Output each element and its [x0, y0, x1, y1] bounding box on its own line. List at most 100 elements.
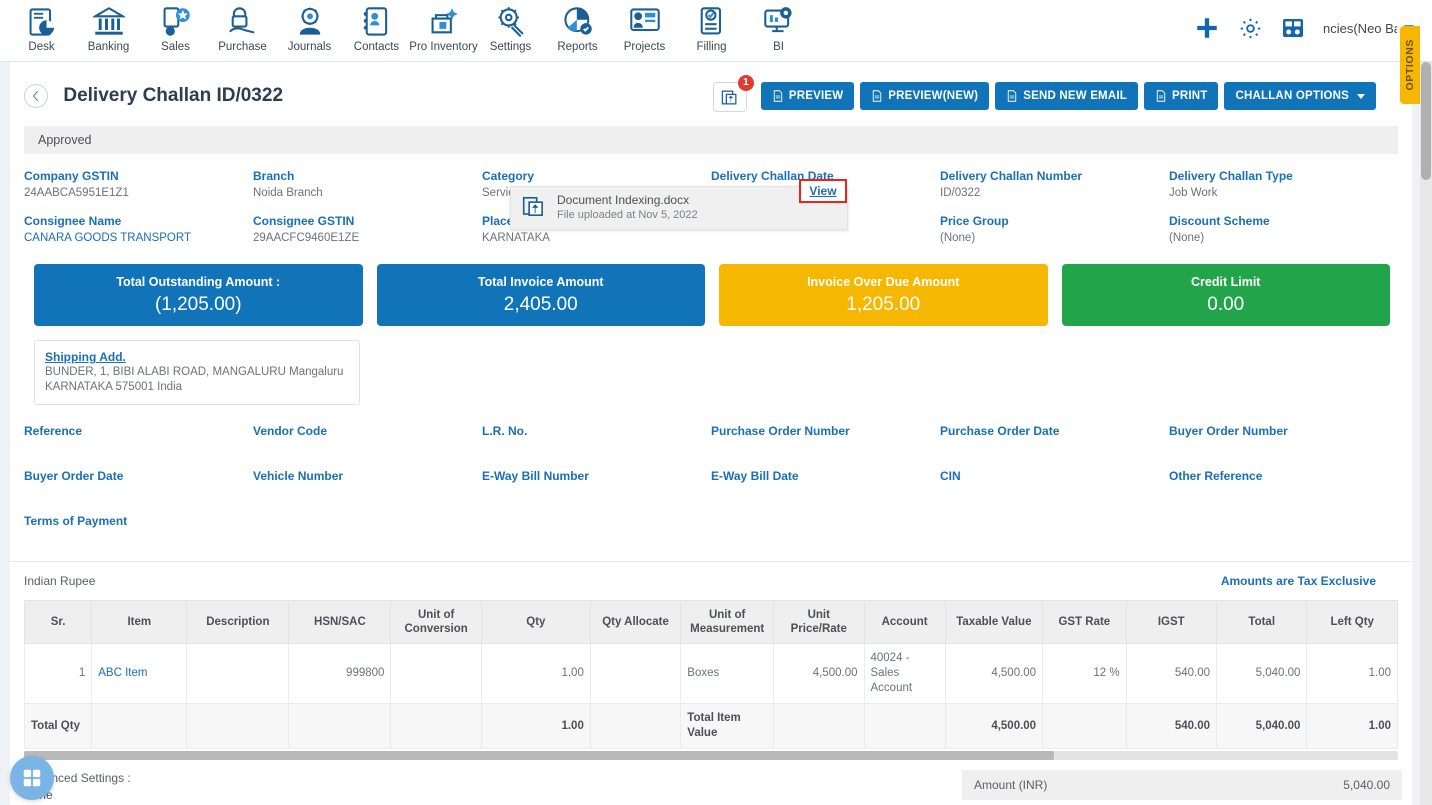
nav-item-banking[interactable]: Banking	[75, 0, 142, 53]
document-attachment-popup: Document Indexing.docx File uploaded at …	[510, 186, 848, 230]
field-row: Buyer Order Date Vehicle Number E-Way Bill…	[24, 468, 1398, 502]
cell-igst: 540.00	[1125, 643, 1218, 704]
nav-item-label: Projects	[623, 41, 666, 53]
send-new-email-button[interactable]: SEND NEW EMAIL	[995, 82, 1138, 110]
options-side-tab[interactable]: OPTIONS	[1400, 26, 1420, 104]
cell-unit-price: 4,500.00	[773, 643, 865, 704]
top-navigation-bar: Desk Banking Sales Purchase Journals Contacts…	[0, 0, 1432, 62]
page-title: Delivery Challan ID/0322	[63, 85, 284, 106]
nav-item-settings[interactable]: Settings	[477, 0, 544, 53]
nav-item-label: Settings	[489, 41, 532, 53]
nav-item-projects[interactable]: Projects	[611, 0, 678, 53]
page-scrollbar[interactable]	[1420, 62, 1432, 805]
nav-item-sales[interactable]: Sales	[142, 0, 209, 53]
nav-item-label: Contacts	[353, 41, 400, 53]
nav-item-purchase[interactable]: Purchase	[209, 0, 276, 53]
column-header-qty-allocate: Qty Allocate	[589, 600, 682, 644]
total-blank-hsn	[288, 703, 392, 749]
purchase-icon	[227, 6, 259, 38]
sales-icon	[160, 6, 192, 38]
total-item-value-label: Total Item Value	[680, 703, 775, 749]
attachment-text-block: Document Indexing.docx File uploaded at …	[557, 193, 698, 223]
nav-item-label: Sales	[161, 41, 190, 53]
field-label: Purchase Order Number	[711, 424, 850, 438]
cell-item[interactable]: ABC Item	[91, 643, 188, 704]
inventory-icon	[428, 6, 460, 38]
total-qty: 1.00	[480, 703, 591, 749]
user-name-label: ncies(Neo Ba	[1323, 20, 1397, 36]
field-label: Delivery Challan Number	[940, 169, 1083, 183]
item-link[interactable]: ABC Item	[98, 667, 147, 679]
options-tab-label: OPTIONS	[1404, 39, 1416, 91]
document-header: Delivery Challan ID/0322 1 PREVIEW PREVIE…	[10, 62, 1412, 120]
total-left-qty: 1.00	[1306, 703, 1398, 749]
cell-unit-of-conversion	[390, 643, 482, 704]
field-value	[940, 440, 1159, 457]
field-label: Vendor Code	[253, 424, 328, 438]
field-label: Buyer Order Number	[1169, 424, 1288, 438]
field-label: Vehicle Number	[253, 469, 344, 483]
shipping-address-link[interactable]: Shipping Add.	[45, 349, 126, 365]
view-attachment-link[interactable]: View	[809, 184, 836, 198]
field-grid-secondary: Reference Vendor Code L.R. No. Purchase Ord…	[10, 405, 1412, 547]
print-button[interactable]: PRINT	[1143, 82, 1219, 110]
field-label: Delivery Challan Type	[1169, 169, 1293, 183]
field-value	[24, 530, 247, 547]
nav-item-label: Journals	[287, 41, 332, 53]
gear-icon[interactable]	[1238, 16, 1263, 41]
card-title: Invoice Over Due Amount	[807, 274, 960, 289]
file-pdf-icon	[1155, 90, 1167, 102]
shipping-address-box: Shipping Add. BUNDER, 1, BIBI ALABI ROAD…	[34, 340, 360, 405]
table-horizontal-scrollbar[interactable]	[24, 751, 1398, 760]
field-discount-scheme: Discount Scheme (None)	[1169, 213, 1398, 247]
calculator-icon[interactable]	[1281, 16, 1305, 40]
total-blank-qty-allocate	[589, 703, 682, 749]
nav-item-pro-inventory[interactable]: Pro Inventory	[409, 0, 478, 53]
button-label: PREVIEW	[788, 90, 844, 102]
field-label: Company GSTIN	[24, 169, 119, 183]
projects-icon	[629, 6, 661, 38]
apps-fab-button[interactable]	[10, 756, 54, 800]
upload-attachment-wrapper: 1	[712, 75, 754, 112]
preview-button[interactable]: PREVIEW	[760, 82, 855, 110]
field-label: Other Reference	[1169, 469, 1263, 483]
scrollbar-thumb[interactable]	[24, 751, 1054, 760]
challan-options-button[interactable]: CHALLAN OPTIONS	[1224, 82, 1376, 110]
field-value: 24AABCA5951E1Z1	[24, 187, 129, 199]
button-label: PRINT	[1171, 90, 1208, 102]
total-igst: 540.00	[1125, 703, 1218, 749]
field-reference: Reference	[24, 423, 253, 457]
nav-item-journals[interactable]: Journals	[276, 0, 343, 53]
field-buyer-order-date: Buyer Order Date	[24, 468, 253, 502]
total-blank-description	[186, 703, 290, 749]
field-purchase-order-date: Purchase Order Date	[940, 423, 1169, 457]
field-value[interactable]: CANARA GOODS TRANSPORT	[24, 230, 243, 247]
total-blank-uoc	[390, 703, 482, 749]
plus-icon[interactable]	[1194, 15, 1220, 41]
field-e-way-bill-date: E-Way Bill Date	[711, 468, 940, 502]
field-value: 29AACFC9460E1ZE	[253, 232, 360, 244]
field-label: Terms of Payment	[24, 514, 128, 528]
field-value	[482, 440, 701, 457]
column-header-description: Description	[186, 600, 290, 644]
field-value	[24, 440, 243, 457]
preview-new--button[interactable]: PREVIEW(NEW)	[860, 82, 990, 110]
file-pdf-icon	[1006, 90, 1018, 102]
cell-hsn: 999800	[288, 643, 392, 704]
scrollbar-thumb[interactable]	[1421, 62, 1431, 180]
column-header-total: Total	[1215, 600, 1308, 644]
nav-item-contacts[interactable]: Contacts	[343, 0, 410, 53]
nav-item-desk[interactable]: Desk	[8, 0, 75, 53]
nav-item-reports[interactable]: Reports	[544, 0, 611, 53]
field-consignee-name: Consignee Name CANARA GOODS TRANSPORT	[24, 213, 253, 247]
field-label: Consignee Name	[24, 214, 122, 228]
field-vehicle-number: Vehicle Number	[253, 468, 482, 502]
card-value: 0.00	[1207, 293, 1245, 315]
nav-item-filling[interactable]: Filling	[678, 0, 745, 53]
nav-item-bi[interactable]: BI	[745, 0, 812, 53]
table-header-row: Sr. Item Description HSN/SAC Unit of Convers…	[23, 600, 1398, 644]
back-button[interactable]	[24, 84, 48, 108]
field-row: Terms of Payment	[24, 513, 1398, 547]
field-e-way-bill-number: E-Way Bill Number	[482, 468, 711, 502]
total-blank-account	[863, 703, 946, 749]
